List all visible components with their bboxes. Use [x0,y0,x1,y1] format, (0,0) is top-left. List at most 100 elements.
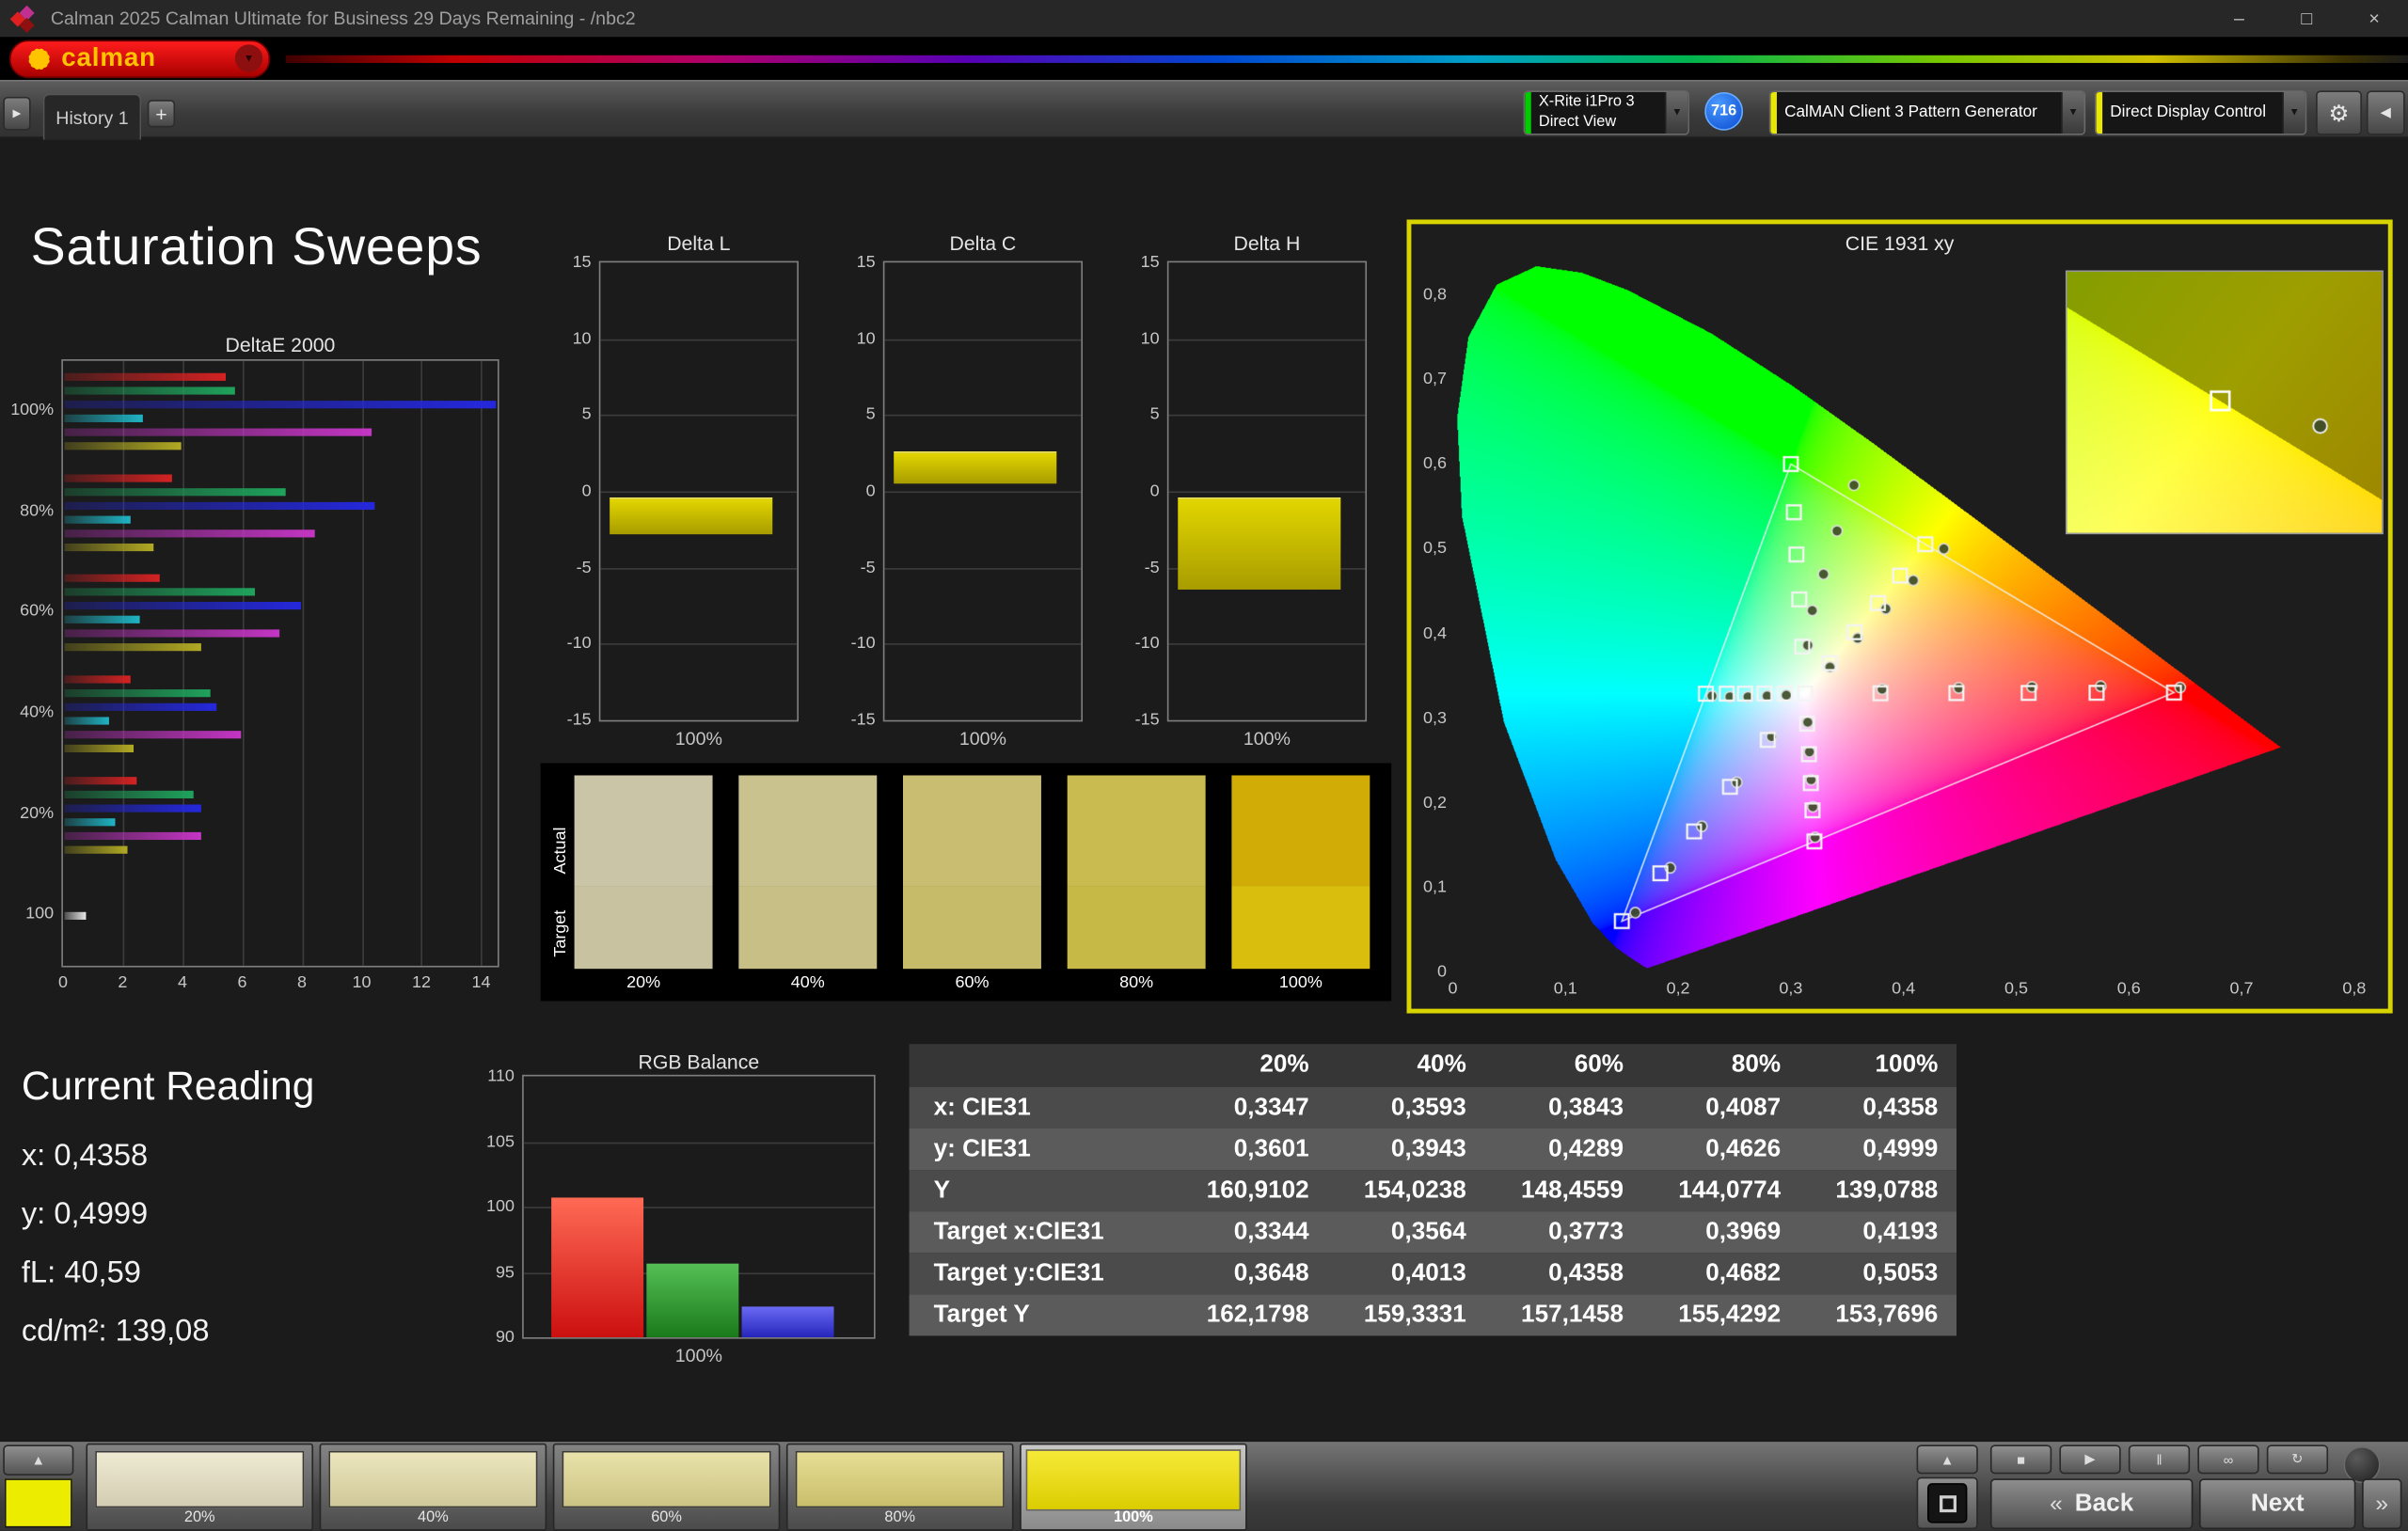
x-tick-label: 0,3 [1765,980,1817,999]
column-header: 40% [1327,1051,1484,1079]
y-tick-label: 0,6 [1411,455,1447,474]
gridline [600,568,797,570]
table-row: Target x:CIE310,33440,35640,37730,39690,… [910,1211,1956,1253]
app-window: Calman 2025 Calman Ultimate for Business… [0,0,2408,1531]
back-button-label: Back [2075,1490,2133,1517]
source-label: CalMAN Client 3 Pattern Generator [1777,92,2061,134]
tab-history-1[interactable]: History 1 [43,94,141,140]
back-button[interactable]: « Back [1990,1478,2194,1529]
source-dropdown[interactable]: CalMAN Client 3 Pattern Generator ▼ [1769,90,2085,134]
y-tick-label: 0 [1119,482,1159,501]
gridline [884,491,1081,493]
cell-value: 0,3773 [1484,1219,1641,1246]
chevron-down-icon[interactable]: ▼ [2282,92,2305,134]
eject-button[interactable]: ▲ [1917,1444,1978,1474]
deltae-bar [65,442,182,450]
back-chevron-icon: « [2050,1491,2063,1517]
fast-forward-button[interactable]: » [2362,1478,2401,1529]
deltae-bar [65,831,202,839]
maximize-button[interactable]: □ [2273,0,2340,37]
table-header-row: 20%40%60%80%100% [910,1044,1956,1087]
y-tick-label: -10 [551,635,591,654]
cie-zoom-inset [2066,270,2384,534]
x-tick-label: 10 [343,973,380,992]
display-dropdown[interactable]: Direct Display Control ▼ [2095,90,2306,134]
cell-value: 160,9102 [1170,1176,1327,1204]
deltae-bar [65,575,161,582]
table-row: y: CIE310,36010,39430,42890,46260,4999 [910,1129,1956,1170]
cell-value: 162,1798 [1170,1302,1327,1329]
cell-value: 0,4013 [1327,1260,1484,1287]
cell-value: 157,1458 [1484,1302,1641,1329]
column-header: 60% [1484,1051,1641,1079]
logo-menu-chevron-icon[interactable]: ▼ [235,44,262,71]
group-label: 20% [0,804,54,823]
play-button[interactable]: ▶ [2059,1444,2120,1474]
swatch-label: 80% [1068,973,1206,992]
pattern-button-20%[interactable]: 20% [86,1444,313,1531]
gridline [182,361,184,966]
chevron-down-icon[interactable]: ▼ [2061,92,2083,134]
close-button[interactable]: × [2340,0,2408,37]
swatch-target [1068,886,1206,969]
gridline [122,361,124,966]
rgb-balance-chart: 1101051009590 [522,1075,876,1339]
pattern-swatch [562,1451,771,1507]
meter-count-badge[interactable]: 716 [1704,92,1743,131]
deltae-bar [65,675,131,683]
delta-h-xlabel: 100% [1167,728,1367,750]
loop-button[interactable]: ↻ [2267,1444,2328,1474]
calman-app-icon [12,7,35,29]
gridline [482,361,483,966]
deltae-bar [65,428,372,435]
gridline [600,339,797,340]
y-tick-label: -10 [835,635,875,654]
actual-row-label: Actual [551,817,573,885]
blank-pattern-button[interactable] [1917,1477,1978,1530]
x-tick-label: 8 [283,973,320,992]
pattern-button-80%[interactable]: 80% [786,1444,1014,1531]
group-label: 40% [0,702,54,721]
stop-square-icon [1939,1494,1956,1511]
gridline [884,644,1081,646]
y-tick-label: 0,3 [1411,709,1447,728]
chevron-down-icon[interactable]: ▼ [1665,92,1687,134]
gear-icon[interactable]: ⚙ [2316,90,2362,134]
collapse-panel-button[interactable]: ◀ [2367,90,2405,134]
cie-1931-panel: CIE 1931 xy 0,80,70,60,50,40,30,20,1000,… [1407,219,2393,1013]
deltae-bar [65,515,131,523]
swatch-label: 20% [575,973,713,992]
calman-logo[interactable]: calman ▼ [9,39,271,78]
pattern-button-100%[interactable]: 100% [1020,1444,1247,1531]
x-tick-label: 6 [224,973,261,992]
pattern-window-button[interactable]: ▲ [3,1444,73,1476]
deltae-bar [65,401,497,408]
pattern-button-60%[interactable]: 60% [553,1444,781,1531]
gridline [1168,491,1365,493]
y-tick-label: 5 [835,406,875,425]
current-reading-heading: Current Reading [22,1063,314,1111]
cell-value: 148,4559 [1484,1176,1641,1204]
swatch-actual [575,775,713,885]
gridline [600,415,797,417]
deltae-bar [65,543,154,550]
link-button[interactable]: ∞ [2197,1444,2258,1474]
add-tab-button[interactable]: + [148,100,175,127]
minimize-button[interactable]: – [2205,0,2273,37]
reading-line: cd/m²: 139,08 [22,1302,210,1360]
next-button[interactable]: Next [2199,1478,2356,1529]
pattern-button-40%[interactable]: 40% [320,1444,547,1531]
y-tick-label: 0,1 [1411,878,1447,897]
y-tick-label: 5 [1119,406,1159,425]
cell-value: 0,3969 [1642,1219,1799,1246]
stop-button[interactable]: ■ [1990,1444,2052,1474]
pause-button[interactable]: ‖ [2129,1444,2190,1474]
cell-value: 0,3593 [1327,1094,1484,1121]
meter-dropdown[interactable]: X-Rite i1Pro 3 Direct View ▼ [1524,90,1689,134]
row-label: y: CIE31 [910,1135,1171,1162]
table-row: Target y:CIE310,36480,40130,43580,46820,… [910,1253,1956,1294]
cell-value: 0,4289 [1484,1135,1641,1162]
expand-panel-button[interactable]: ▶ [3,97,30,131]
reading-line: x: 0,4358 [22,1127,210,1185]
swatch-target [903,886,1041,969]
